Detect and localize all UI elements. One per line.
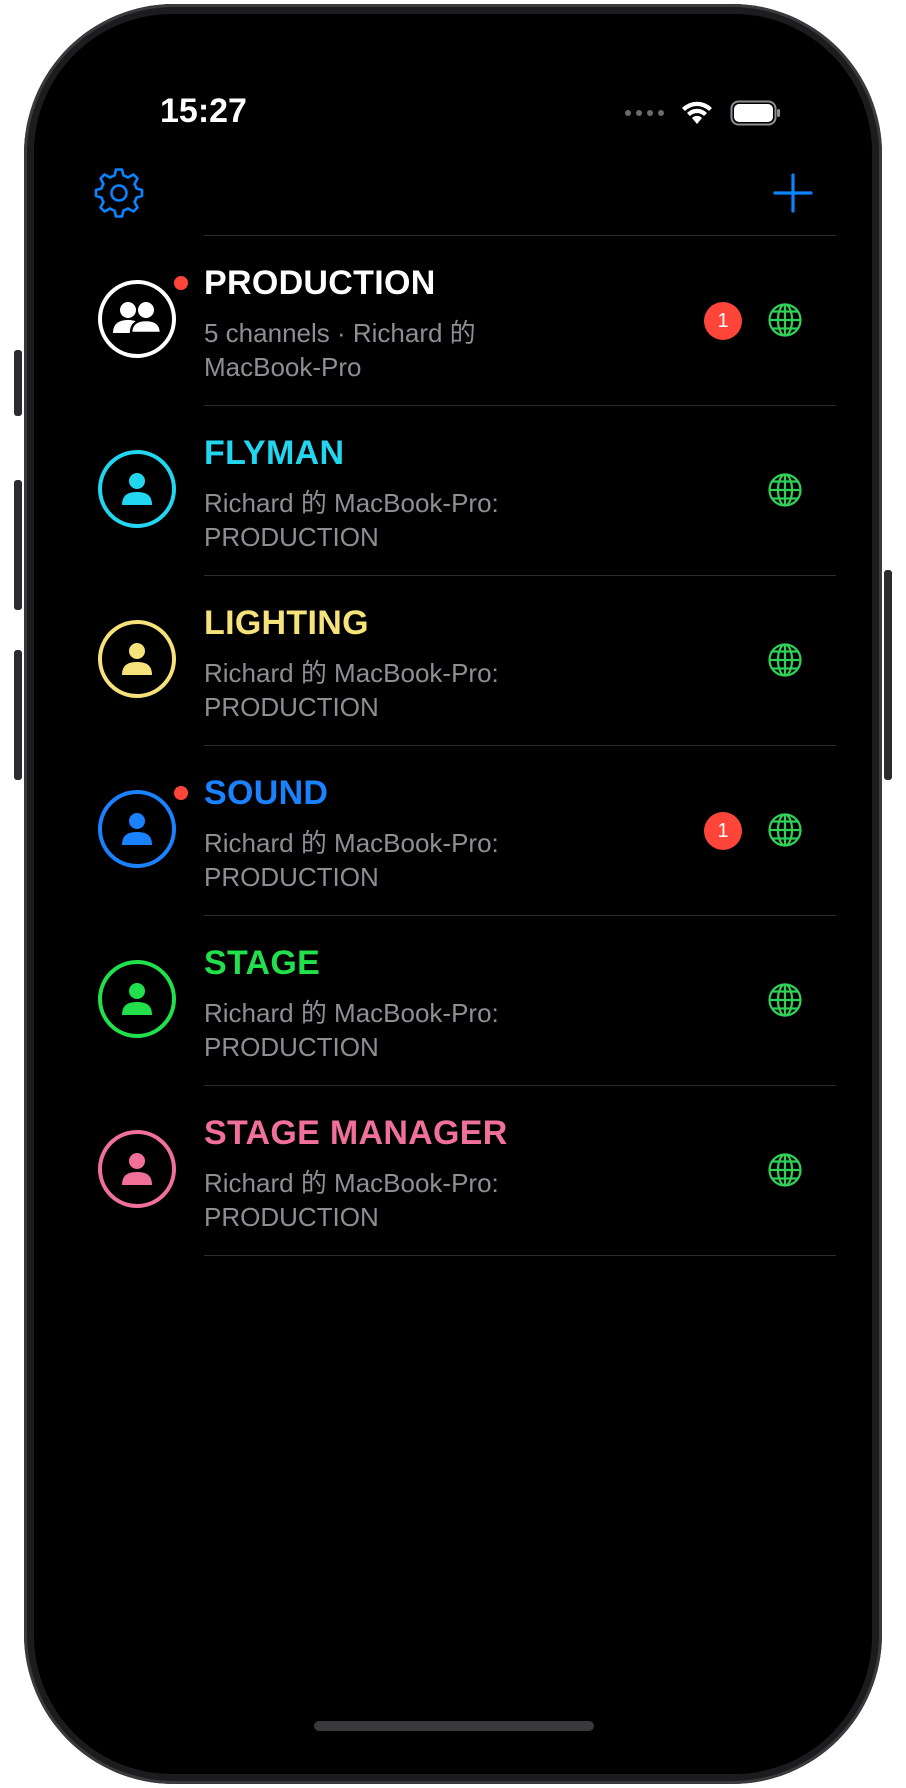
- channel-title: SOUND: [204, 774, 329, 812]
- channel-subtitle: Richard 的 MacBook-Pro: PRODUCTION: [204, 828, 499, 892]
- unread-count-badge: 1: [704, 302, 742, 340]
- channel-row-stage[interactable]: STAGE Richard 的 MacBook-Pro: PRODUCTION: [34, 916, 872, 1086]
- channel-subtitle: Richard 的 MacBook-Pro: PRODUCTION: [204, 488, 499, 552]
- globe-icon[interactable]: [767, 982, 803, 1018]
- person-icon: [122, 643, 152, 675]
- channel-title: LIGHTING: [204, 604, 369, 642]
- battery-icon: [730, 100, 780, 126]
- person-icon: [122, 473, 152, 505]
- unread-dot: [174, 786, 188, 800]
- channel-subtitle: Richard 的 MacBook-Pro: PRODUCTION: [204, 998, 499, 1062]
- globe-icon[interactable]: [767, 472, 803, 508]
- globe-icon[interactable]: [767, 812, 803, 848]
- status-time: 15:27: [160, 92, 247, 130]
- person-icon: [122, 1153, 152, 1185]
- channel-subtitle: Richard 的 MacBook-Pro: PRODUCTION: [204, 658, 499, 722]
- side-button-power: [884, 570, 892, 780]
- globe-icon[interactable]: [767, 1152, 803, 1188]
- person-icon: [122, 983, 152, 1015]
- channel-avatar: [98, 620, 176, 698]
- channel-row-stage-manager[interactable]: STAGE MANAGER Richard 的 MacBook-Pro: PROD…: [34, 1086, 872, 1256]
- side-button-volume-down: [14, 650, 22, 780]
- channel-title: STAGE: [204, 944, 321, 982]
- channel-avatar: [98, 450, 176, 528]
- group-icon: [113, 302, 163, 335]
- gear-icon: [94, 168, 144, 218]
- wifi-icon: [682, 101, 712, 124]
- plus-icon: [773, 173, 813, 213]
- channel-row-sound[interactable]: SOUND Richard 的 MacBook-Pro: PRODUCTION 1: [34, 746, 872, 916]
- channel-row-lighting[interactable]: LIGHTING Richard 的 MacBook-Pro: PRODUCTIO…: [34, 576, 872, 746]
- person-icon: [122, 813, 152, 845]
- channel-avatar: [98, 960, 176, 1038]
- channel-avatar: [98, 790, 176, 868]
- side-button-volume-up: [14, 480, 22, 610]
- globe-icon[interactable]: [767, 642, 803, 678]
- channel-title: FLYMAN: [204, 434, 345, 472]
- screen: 15:27 PRODUCTION 5 channels · Richard 的 …: [34, 14, 872, 1774]
- channel-subtitle: Richard 的 MacBook-Pro: PRODUCTION: [204, 1168, 499, 1232]
- add-channel-button[interactable]: [770, 170, 816, 216]
- globe-icon[interactable]: [767, 302, 803, 338]
- channel-avatar: [98, 1130, 176, 1208]
- settings-button[interactable]: [94, 168, 144, 218]
- cellular-signal-icon: [625, 110, 664, 116]
- side-button-silent: [14, 350, 22, 416]
- home-indicator[interactable]: [314, 1721, 594, 1731]
- channel-avatar: [98, 280, 176, 358]
- unread-dot: [174, 276, 188, 290]
- channel-subtitle: 5 channels · Richard 的 MacBook-Pro: [204, 318, 476, 382]
- separator: [204, 1255, 836, 1256]
- device-frame: 15:27 PRODUCTION 5 channels · Richard 的 …: [0, 0, 906, 1788]
- status-icons: [625, 100, 782, 126]
- channel-title: PRODUCTION: [204, 264, 436, 302]
- channel-row-flyman[interactable]: FLYMAN Richard 的 MacBook-Pro: PRODUCTION: [34, 406, 872, 576]
- channel-title: STAGE MANAGER: [204, 1114, 508, 1152]
- unread-count-badge: 1: [704, 812, 742, 850]
- channel-row-production[interactable]: PRODUCTION 5 channels · Richard 的 MacBook…: [34, 236, 872, 406]
